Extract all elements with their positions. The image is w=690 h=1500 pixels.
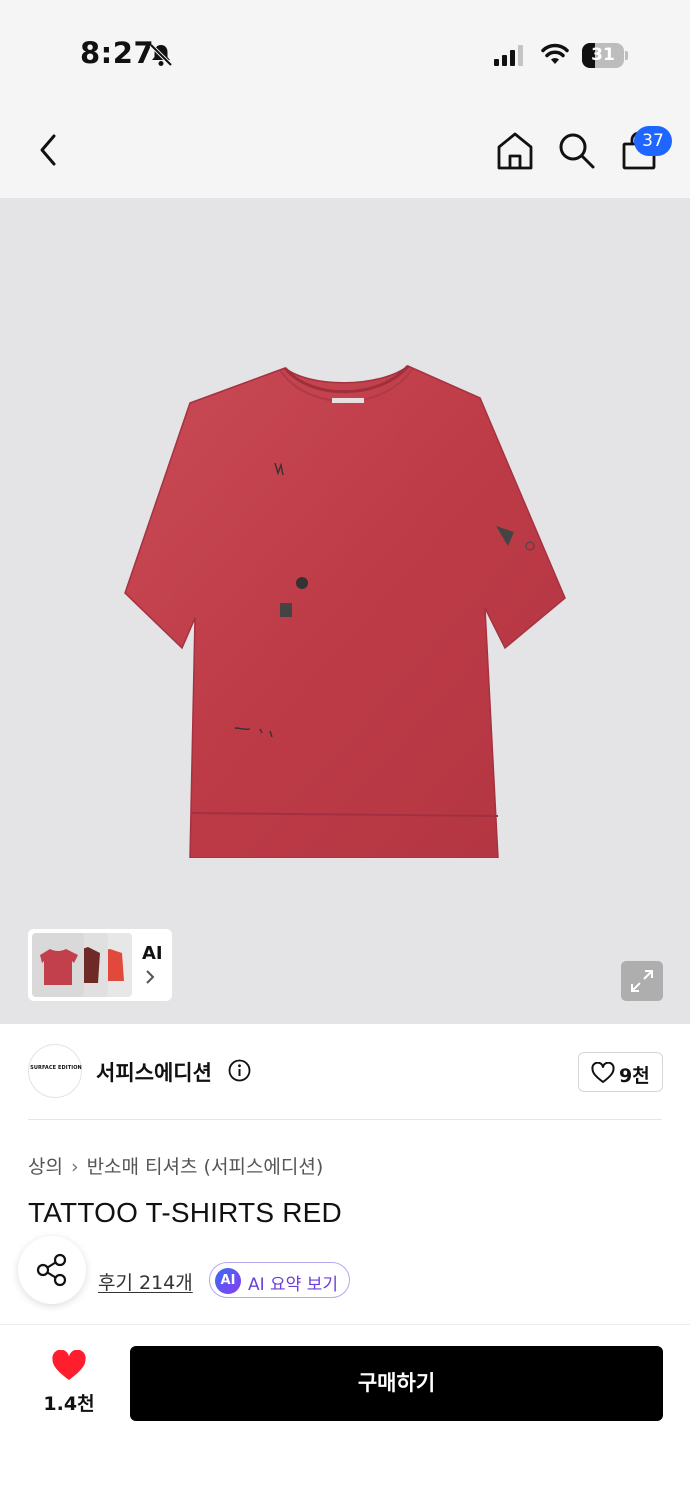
cart-count-badge: 37 xyxy=(634,126,672,156)
brand-logo-text: SURFACE EDITION xyxy=(30,1065,82,1071)
product-like-button[interactable]: 1.4천 xyxy=(36,1346,102,1420)
brand-name[interactable]: 서피스에디션 xyxy=(96,1057,212,1087)
bottom-bar-divider xyxy=(0,1324,690,1325)
status-time: 8:27 xyxy=(80,36,155,70)
breadcrumb-category[interactable]: 상의 xyxy=(28,1156,63,1178)
share-button[interactable] xyxy=(18,1236,86,1304)
breadcrumb: 상의 › 반소매 티셔츠 (서피스에디션) xyxy=(28,1152,323,1179)
chevron-right-icon xyxy=(146,970,155,984)
ai-badge-icon: AI xyxy=(215,1268,241,1294)
chevron-right-icon: › xyxy=(70,1156,79,1178)
ai-summary-label: AI 요약 보기 xyxy=(248,1275,339,1295)
ai-similar-items-button[interactable]: AI xyxy=(28,929,172,1001)
heart-filled-icon xyxy=(52,1350,86,1380)
brand-like-button[interactable]: 9천 xyxy=(578,1052,663,1092)
ai-summary-button[interactable]: AI AI 요약 보기 xyxy=(209,1262,350,1298)
heart-outline-icon xyxy=(591,1062,615,1083)
cellular-signal-icon xyxy=(494,45,523,66)
review-count-link[interactable]: 후기 214개 xyxy=(98,1268,193,1295)
expand-image-button[interactable] xyxy=(621,961,663,1001)
bell-slash-icon xyxy=(149,43,173,67)
brand-row[interactable]: SURFACE EDITION 서피스에디션 9천 xyxy=(0,1024,690,1120)
top-navigation xyxy=(0,100,690,198)
rating-row: 9 후기 214개 AI AI 요약 보기 xyxy=(28,1262,668,1298)
product-like-count: 1.4천 xyxy=(43,1393,95,1415)
expand-icon xyxy=(631,970,653,992)
search-icon[interactable] xyxy=(556,130,598,172)
product-image-gallery[interactable]: AI xyxy=(0,198,690,1024)
wifi-icon xyxy=(541,43,569,64)
red-tshirt-image xyxy=(124,365,566,858)
section-divider xyxy=(28,1119,662,1120)
info-icon[interactable] xyxy=(228,1059,251,1082)
ai-variants-label: AI xyxy=(142,943,163,964)
variant-thumb-red xyxy=(32,933,84,997)
status-bar: 8:27 31 xyxy=(0,0,690,100)
buy-button[interactable]: 구매하기 xyxy=(130,1346,663,1421)
brand-like-count: 9천 xyxy=(619,1065,650,1087)
share-icon xyxy=(36,1253,67,1287)
product-title: TATTOO T-SHIRTS RED xyxy=(28,1197,342,1228)
battery-level: 31 xyxy=(591,45,615,65)
back-chevron-icon[interactable] xyxy=(30,128,70,172)
home-icon[interactable] xyxy=(494,130,536,172)
battery-icon: 31 xyxy=(582,43,628,68)
breadcrumb-subcategory[interactable]: 반소매 티셔츠 (서피스에디션) xyxy=(87,1156,324,1178)
brand-logo[interactable]: SURFACE EDITION xyxy=(28,1044,82,1098)
